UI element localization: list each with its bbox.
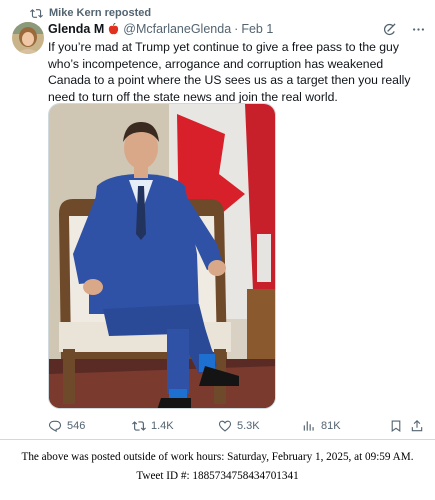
like-count: 5.3K xyxy=(237,420,260,432)
heart-icon xyxy=(218,420,232,432)
apple-emoji xyxy=(109,23,119,35)
repost-indicator[interactable]: Mike Kern reposted xyxy=(30,6,151,20)
like-button[interactable]: 5.3K xyxy=(218,419,260,433)
bookmark-button[interactable] xyxy=(389,419,403,433)
posted-time-note: The above was posted outside of work hou… xyxy=(21,451,414,463)
repost-icon xyxy=(132,421,146,431)
views-button[interactable]: 81K xyxy=(302,419,341,433)
repost-label: Mike Kern reposted xyxy=(49,7,152,19)
reply-icon xyxy=(48,420,62,432)
avatar[interactable] xyxy=(12,22,44,54)
reply-button[interactable]: 546 xyxy=(48,419,85,433)
post-date[interactable]: Feb 1 xyxy=(241,22,273,36)
views-icon xyxy=(303,421,314,431)
bookmark-icon xyxy=(391,420,401,433)
views-count: 81K xyxy=(321,420,341,432)
tweet-text: If you’re mad at Trump yet continue to g… xyxy=(48,40,411,104)
author-handle[interactable]: @McfarlaneGlenda xyxy=(123,22,231,36)
reply-count: 546 xyxy=(67,420,86,432)
avatar-image xyxy=(12,22,44,54)
repost-button[interactable]: 1.4K xyxy=(132,419,174,433)
separator-dot: · xyxy=(234,22,239,36)
grok-icon[interactable] xyxy=(382,22,397,37)
repost-count: 1.4K xyxy=(151,420,174,432)
tweet-id-note: Tweet ID #: 1885734758434701341 xyxy=(136,470,299,482)
share-button[interactable] xyxy=(410,419,424,433)
archive-footer: The above was posted outside of work hou… xyxy=(0,448,435,486)
tweet-card[interactable]: Mike Kern reposted Glenda M @McfarlaneGl… xyxy=(0,0,435,440)
photo-man-in-chair xyxy=(49,104,275,408)
repost-icon xyxy=(30,8,43,18)
tweet-photo[interactable] xyxy=(48,103,276,409)
author-name[interactable]: Glenda M xyxy=(48,22,104,36)
more-icon[interactable] xyxy=(411,22,426,37)
share-icon xyxy=(411,419,423,432)
action-bar: 546 1.4K 5.3K 81K xyxy=(46,416,426,436)
